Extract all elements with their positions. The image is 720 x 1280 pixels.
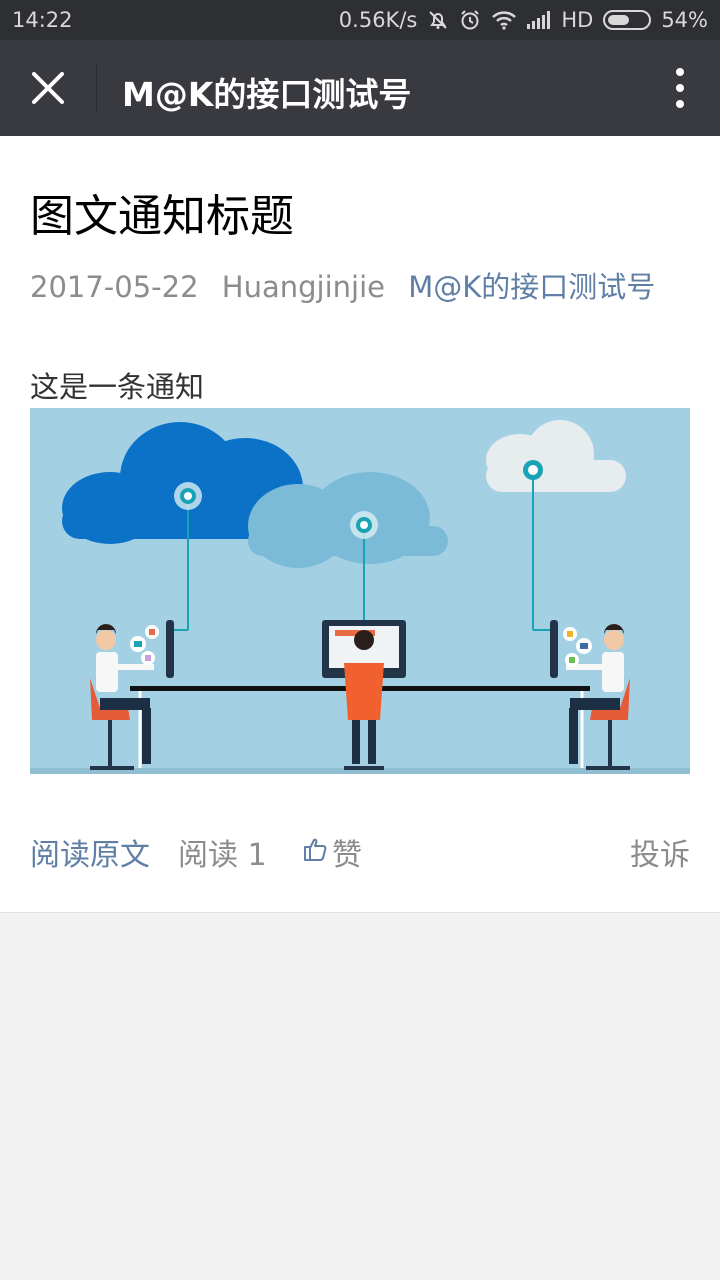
like-label: 赞 xyxy=(332,838,362,873)
article-footer: 阅读原文 阅读 1 赞 投诉 xyxy=(30,830,690,873)
signal-icon xyxy=(527,11,551,29)
nav-title: M@K的接口测试号 xyxy=(122,75,412,114)
mute-icon xyxy=(427,9,449,31)
status-time: 14:22 xyxy=(12,8,73,32)
article-body: 这是一条通知 xyxy=(30,370,205,404)
thumbs-up-icon xyxy=(302,835,328,870)
nav-bar: M@K的接口测试号 xyxy=(0,40,720,136)
article-title: 图文通知标题 xyxy=(30,191,294,242)
account-link[interactable]: M@K的接口测试号 xyxy=(408,270,655,304)
network-type: HD xyxy=(561,8,594,32)
status-bar: 14:22 0.56K/s HD 54% xyxy=(0,0,720,40)
article-meta: 2017-05-22 Huangjinjie M@K的接口测试号 xyxy=(30,264,655,306)
report-link[interactable]: 投诉 xyxy=(630,830,690,874)
battery-fill xyxy=(608,15,630,25)
status-indicators: 0.56K/s HD 54% xyxy=(339,8,708,32)
nav-divider xyxy=(96,64,97,112)
alarm-icon xyxy=(459,9,481,31)
battery-icon xyxy=(603,10,652,30)
publish-date: 2017-05-22 xyxy=(30,270,199,304)
author-name: Huangjinjie xyxy=(221,270,385,304)
network-speed: 0.56K/s xyxy=(338,8,418,32)
article-content: 图文通知标题 2017-05-22 Huangjinjie M@K的接口测试号 … xyxy=(0,136,720,913)
close-icon[interactable] xyxy=(26,66,70,110)
wifi-icon xyxy=(491,10,517,30)
battery-percent: 54% xyxy=(661,8,708,32)
more-icon[interactable] xyxy=(672,68,688,110)
read-original-link[interactable]: 阅读原文 xyxy=(30,830,150,874)
cloud-network-illustration xyxy=(30,408,690,774)
read-count: 阅读 1 xyxy=(178,838,267,873)
like-button[interactable]: 赞 xyxy=(302,830,362,874)
